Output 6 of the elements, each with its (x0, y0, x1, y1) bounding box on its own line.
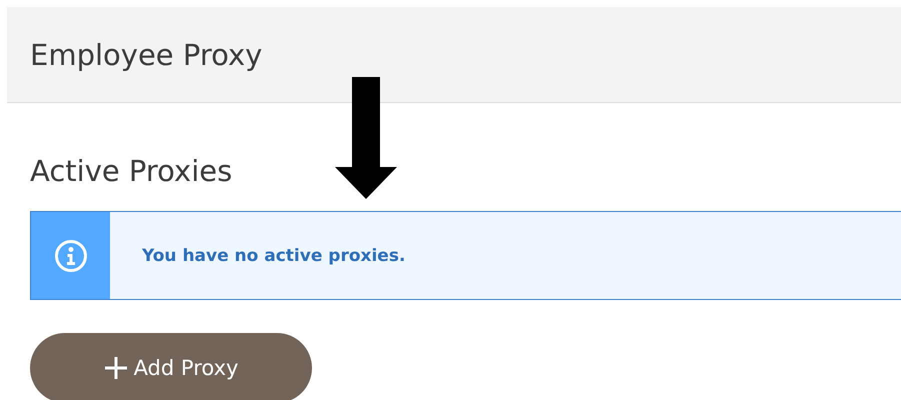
alert-message: You have no active proxies. (141, 244, 406, 268)
add-proxy-button[interactable]: Add Proxy (30, 333, 312, 400)
info-icon (54, 238, 88, 272)
section-title: Active Proxies (30, 153, 234, 190)
page-title: Employee Proxy (30, 38, 262, 72)
plus-icon (104, 356, 128, 380)
